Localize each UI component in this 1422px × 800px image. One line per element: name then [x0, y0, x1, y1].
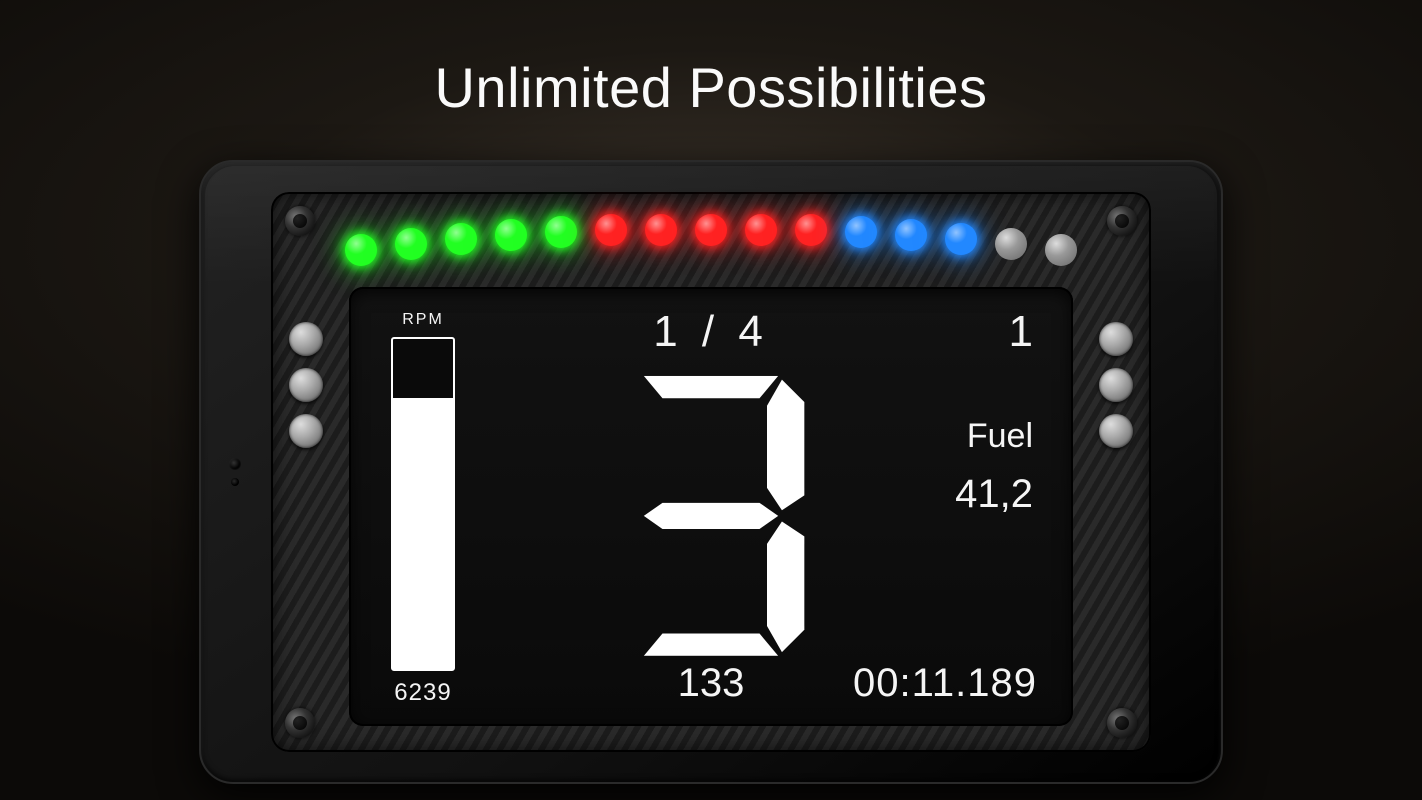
- shift-led-icon: [695, 214, 727, 246]
- shift-led-icon: [1045, 234, 1077, 266]
- shift-led-icon: [595, 214, 627, 246]
- screw-icon: [285, 708, 315, 738]
- shift-led-icon: [795, 214, 827, 246]
- camera-sensor-icon: [231, 478, 239, 486]
- shift-led-icon: [495, 219, 527, 251]
- tablet-frame: RPM 6239 1 / 4 1: [199, 160, 1223, 784]
- shift-led-icon: [895, 219, 927, 251]
- dash-button[interactable]: [1099, 322, 1133, 356]
- dash-button[interactable]: [1099, 414, 1133, 448]
- shift-led-icon: [945, 223, 977, 255]
- shift-led-icon: [745, 214, 777, 246]
- rpm-gauge: RPM 6239: [383, 311, 463, 707]
- lap-counter: 1 / 4: [653, 307, 769, 357]
- dash-button[interactable]: [289, 368, 323, 402]
- gear-indicator: [616, 375, 806, 660]
- dash-display: RPM 6239 1 / 4 1: [349, 287, 1073, 726]
- rpm-bar-shell: [391, 337, 455, 671]
- shift-led-icon: [395, 228, 427, 260]
- screw-icon: [1107, 708, 1137, 738]
- shift-light-strip: [345, 214, 1077, 246]
- gear-digit-icon: [616, 375, 806, 655]
- screw-icon: [285, 206, 315, 236]
- speed-value: 133: [678, 661, 745, 706]
- dash-button[interactable]: [289, 322, 323, 356]
- shift-led-icon: [995, 228, 1027, 260]
- shift-led-icon: [845, 216, 877, 248]
- dash-buttons-left: [289, 322, 323, 448]
- shift-led-icon: [545, 216, 577, 248]
- laptime-value: 00:11.189: [853, 661, 1037, 706]
- fuel-value: 41,2: [955, 472, 1033, 517]
- rpm-bar-fill: [393, 398, 453, 669]
- dash-buttons-right: [1099, 322, 1133, 448]
- screw-icon: [1107, 206, 1137, 236]
- camera-lens-icon: [229, 458, 241, 470]
- hero-title: Unlimited Possibilities: [0, 0, 1422, 120]
- rpm-label: RPM: [383, 311, 463, 329]
- dash-button[interactable]: [1099, 368, 1133, 402]
- rpm-value: 6239: [383, 679, 463, 707]
- shift-led-icon: [445, 223, 477, 255]
- dash-button[interactable]: [289, 414, 323, 448]
- shift-led-icon: [645, 214, 677, 246]
- page-root: Unlimited Possibilities: [0, 0, 1422, 800]
- shift-led-icon: [345, 234, 377, 266]
- tablet-camera: [229, 458, 241, 486]
- position-value: 1: [1009, 307, 1033, 357]
- fuel-label: Fuel: [967, 417, 1033, 456]
- dash-bezel: RPM 6239 1 / 4 1: [271, 192, 1151, 752]
